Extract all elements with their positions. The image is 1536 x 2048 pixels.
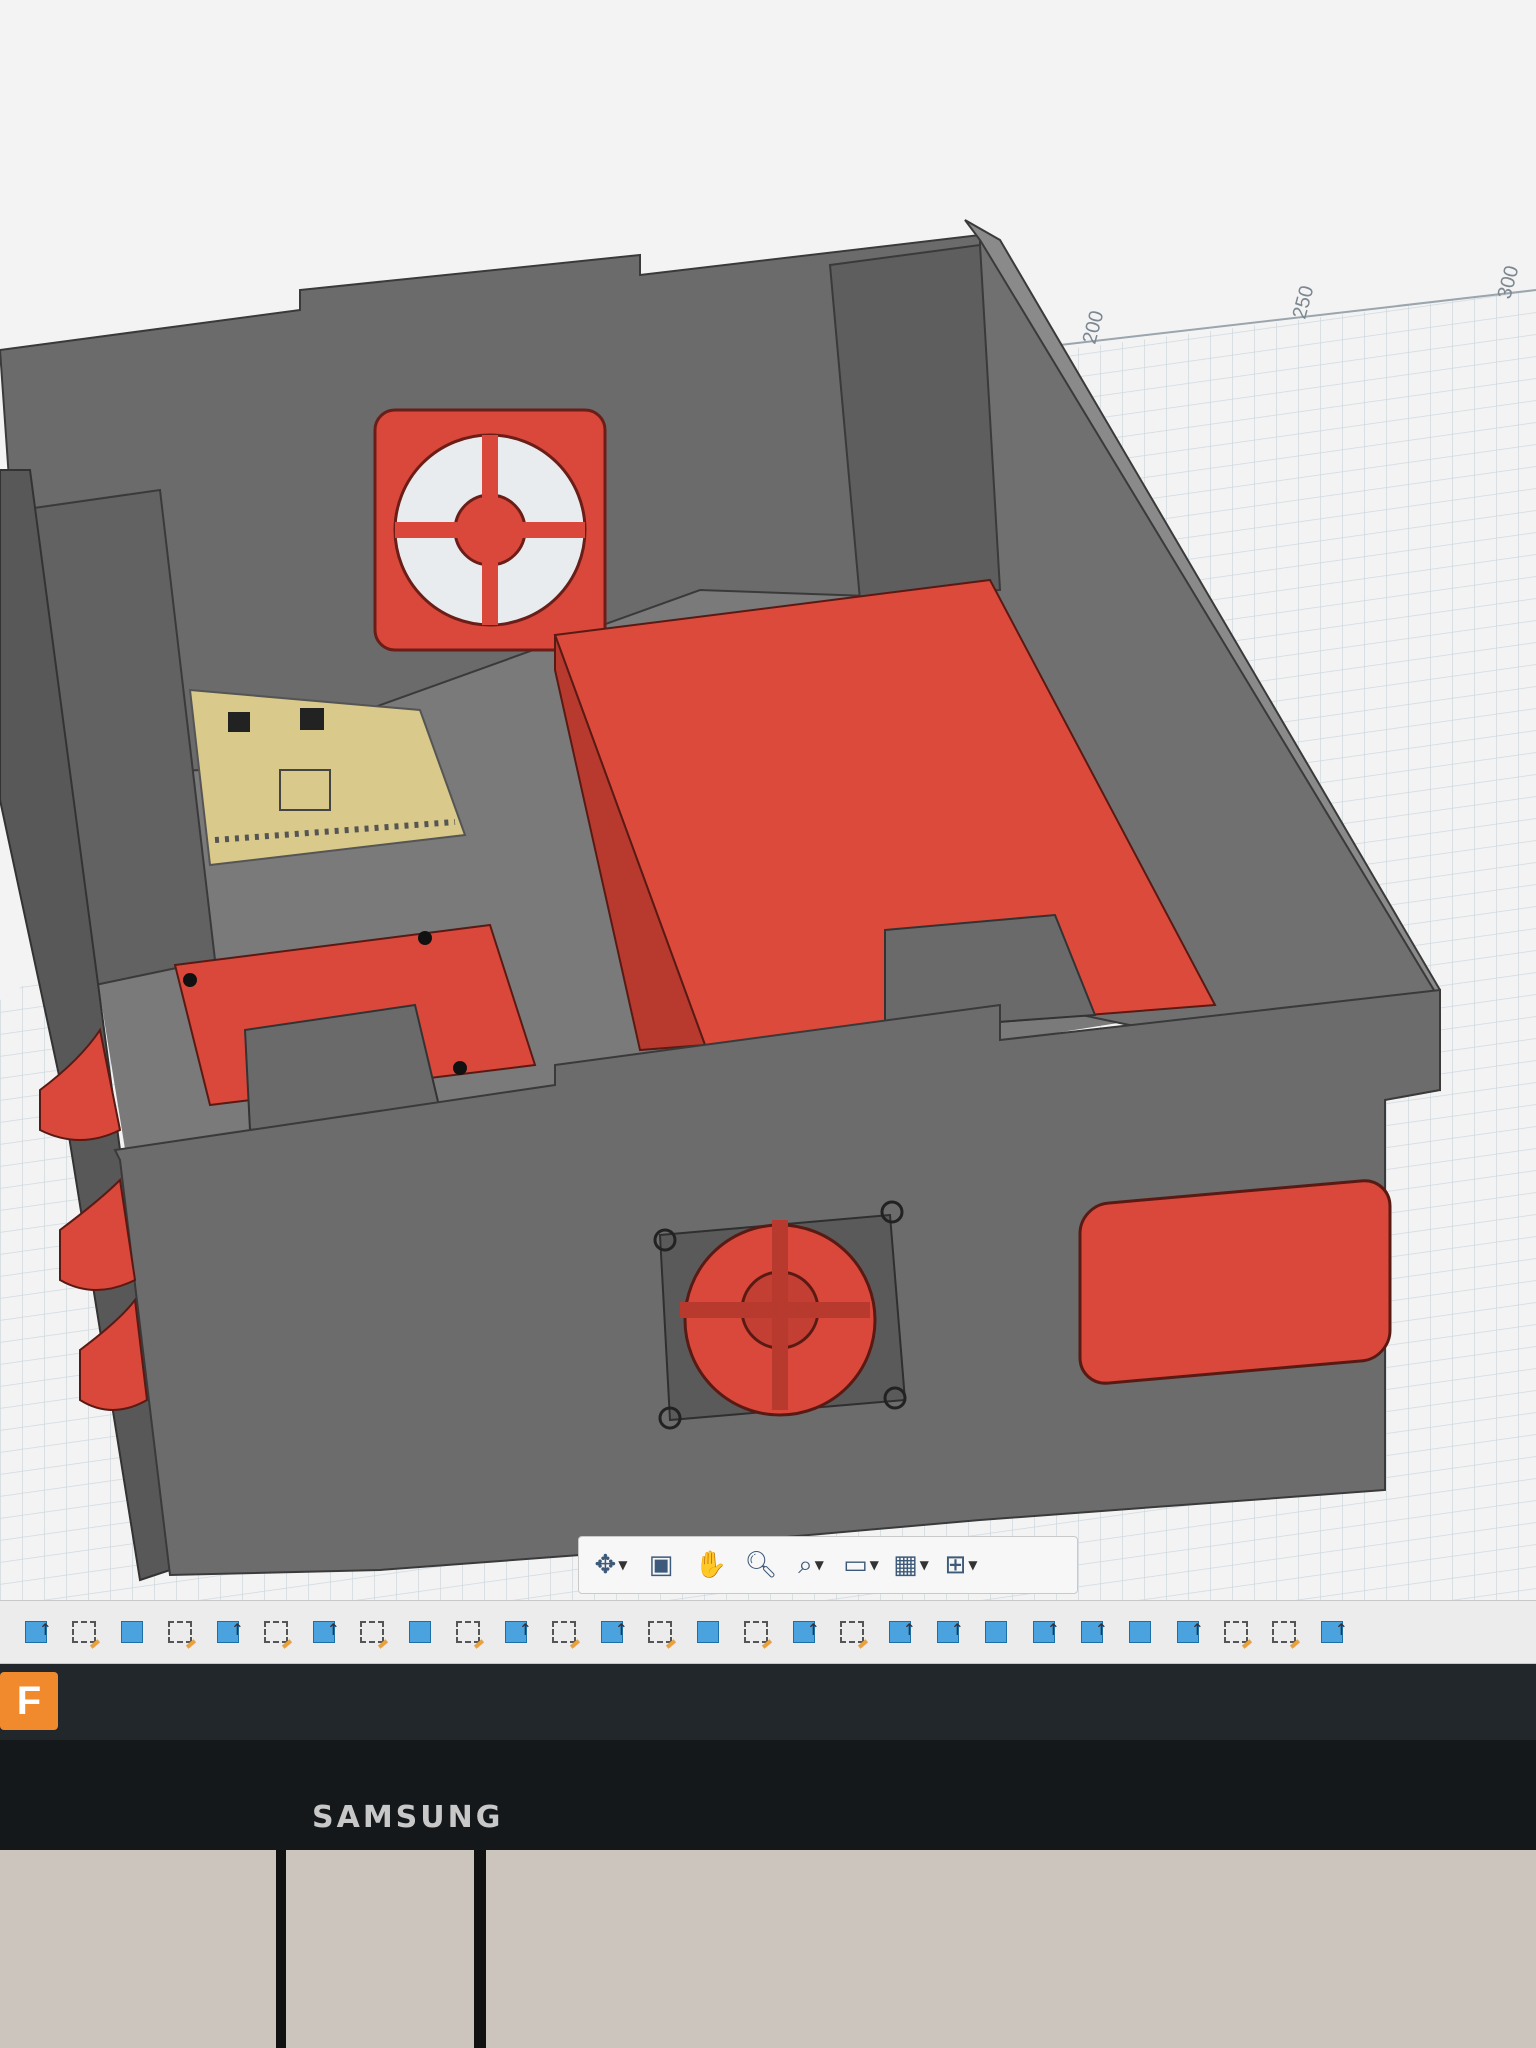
taskbar: F bbox=[0, 1664, 1536, 1740]
monitor-brand-label: SAMSUNG bbox=[312, 1800, 504, 1835]
timeline-item-sketch[interactable] bbox=[832, 1612, 872, 1652]
arrow-up-icon: ↑ bbox=[1094, 1620, 1108, 1639]
sketch-icon bbox=[456, 1621, 480, 1643]
timeline-item-body[interactable]: ↑ bbox=[1312, 1612, 1352, 1652]
timeline-item-body[interactable]: ↑ bbox=[592, 1612, 632, 1652]
navigation-bar: ✥ ▼ ▣ ✋ 🔍︎ ⌕ ▼ ▭ ▼ ▦ ▼ ⊞ ▼ bbox=[578, 1536, 1078, 1594]
look-at-button[interactable]: ▣ bbox=[639, 1543, 683, 1587]
timeline-item-body[interactable]: ↑ bbox=[304, 1612, 344, 1652]
arrow-up-icon: ↑ bbox=[38, 1620, 52, 1639]
background-room bbox=[0, 1850, 1536, 2048]
sketch-icon bbox=[744, 1621, 768, 1643]
timeline-item-sketch[interactable] bbox=[1264, 1612, 1304, 1652]
timeline-item-body[interactable]: ↑ bbox=[16, 1612, 56, 1652]
chevron-down-icon[interactable]: ▼ bbox=[618, 1558, 627, 1572]
3d-viewport[interactable]: 200 250 300 bbox=[0, 0, 1536, 1600]
chevron-down-icon[interactable]: ▼ bbox=[815, 1558, 824, 1572]
cad-screen: 200 250 300 ✥ ▼ ▣ ✋ 🔍︎ ⌕ ▼ ▭ ▼ ▦ ▼ ⊞ ▼ ↑… bbox=[0, 0, 1536, 1740]
timeline-item-sketch[interactable] bbox=[256, 1612, 296, 1652]
zoom-icon: 🔍︎ bbox=[744, 1550, 778, 1580]
timeline-item-body[interactable]: ↑ bbox=[928, 1612, 968, 1652]
chevron-down-icon[interactable]: ▼ bbox=[870, 1558, 879, 1572]
timeline-item-sketch[interactable] bbox=[160, 1612, 200, 1652]
timeline-item-body[interactable] bbox=[400, 1612, 440, 1652]
sketch-icon bbox=[552, 1621, 576, 1643]
timeline-item-body[interactable]: ↑ bbox=[1072, 1612, 1112, 1652]
orbit-button[interactable]: ✥ ▼ bbox=[589, 1543, 633, 1587]
timeline-item-sketch[interactable] bbox=[640, 1612, 680, 1652]
arrow-up-icon: ↑ bbox=[614, 1620, 628, 1639]
timeline-item-body[interactable]: ↑ bbox=[880, 1612, 920, 1652]
zoom-button[interactable]: 🔍︎ bbox=[739, 1543, 783, 1587]
extrude-icon bbox=[121, 1621, 143, 1643]
sketch-icon bbox=[648, 1621, 672, 1643]
sketch-icon bbox=[840, 1621, 864, 1643]
display-settings-button[interactable]: ▭ ▼ bbox=[839, 1543, 883, 1587]
timeline-item-sketch[interactable] bbox=[64, 1612, 104, 1652]
timeline-item-body[interactable]: ↑ bbox=[784, 1612, 824, 1652]
viewports-icon: ⊞ bbox=[944, 1550, 967, 1580]
arrow-up-icon: ↑ bbox=[806, 1620, 820, 1639]
zoom-window-icon: ⌕ bbox=[798, 1549, 813, 1580]
arrow-up-icon: ↑ bbox=[902, 1620, 916, 1639]
sketch-icon bbox=[264, 1621, 288, 1643]
arrow-up-icon: ↑ bbox=[950, 1620, 964, 1639]
port-cover bbox=[1078, 1179, 1392, 1385]
monitor: 200 250 300 ✥ ▼ ▣ ✋ 🔍︎ ⌕ ▼ ▭ ▼ ▦ ▼ ⊞ ▼ ↑… bbox=[0, 0, 1536, 2048]
timeline-item-body[interactable] bbox=[976, 1612, 1016, 1652]
timeline-item-body[interactable]: ↑ bbox=[496, 1612, 536, 1652]
arrow-up-icon: ↑ bbox=[518, 1620, 532, 1639]
back-pillar bbox=[828, 243, 1002, 602]
cable-right bbox=[474, 1850, 486, 2048]
grid-snaps-button[interactable]: ▦ ▼ bbox=[889, 1543, 933, 1587]
timeline-item-body[interactable]: ↑ bbox=[1168, 1612, 1208, 1652]
orbit-icon: ✥ bbox=[594, 1550, 617, 1580]
cable-left bbox=[276, 1850, 286, 2048]
arrow-up-icon: ↑ bbox=[1334, 1620, 1348, 1639]
app-badge[interactable]: F bbox=[0, 1672, 58, 1730]
timeline-item-sketch[interactable] bbox=[1216, 1612, 1256, 1652]
timeline-item-sketch[interactable] bbox=[352, 1612, 392, 1652]
timeline-item-sketch[interactable] bbox=[448, 1612, 488, 1652]
arrow-up-icon: ↑ bbox=[230, 1620, 244, 1639]
timeline-item-sketch[interactable] bbox=[736, 1612, 776, 1652]
look-at-icon: ▣ bbox=[648, 1550, 674, 1580]
timeline-item-body[interactable]: ↑ bbox=[208, 1612, 248, 1652]
design-timeline: ↑ ↑ ↑ ↑ ↑ ↑ ↑ ↑ ↑ ↑ ↑ ↑ bbox=[0, 1600, 1536, 1664]
sketch-icon bbox=[168, 1621, 192, 1643]
chevron-down-icon[interactable]: ▼ bbox=[968, 1558, 977, 1572]
extrude-icon bbox=[1129, 1621, 1151, 1643]
extrude-icon bbox=[985, 1621, 1007, 1643]
extrude-icon bbox=[409, 1621, 431, 1643]
timeline-item-sketch[interactable] bbox=[544, 1612, 584, 1652]
sketch-icon bbox=[1272, 1621, 1296, 1643]
sketch-icon bbox=[72, 1621, 96, 1643]
timeline-item-body[interactable] bbox=[688, 1612, 728, 1652]
timeline-item-body[interactable]: ↑ bbox=[1024, 1612, 1064, 1652]
arrow-up-icon: ↑ bbox=[1190, 1620, 1204, 1639]
timeline-item-body[interactable] bbox=[112, 1612, 152, 1652]
sketch-icon bbox=[360, 1621, 384, 1643]
chevron-down-icon[interactable]: ▼ bbox=[920, 1558, 929, 1572]
front-fan bbox=[653, 1200, 907, 1430]
back-fan bbox=[373, 408, 607, 652]
sketch-icon bbox=[1224, 1621, 1248, 1643]
timeline-item-body[interactable] bbox=[1120, 1612, 1160, 1652]
hand-pan-icon: ✋ bbox=[694, 1550, 728, 1580]
monitor-icon: ▭ bbox=[843, 1550, 868, 1580]
extrude-icon bbox=[697, 1621, 719, 1643]
arrow-up-icon: ↑ bbox=[326, 1620, 340, 1639]
pan-button[interactable]: ✋ bbox=[689, 1543, 733, 1587]
arrow-up-icon: ↑ bbox=[1046, 1620, 1060, 1639]
fit-button[interactable]: ⌕ ▼ bbox=[789, 1543, 833, 1587]
monitor-bezel bbox=[0, 1740, 1536, 1850]
viewports-button[interactable]: ⊞ ▼ bbox=[939, 1543, 983, 1587]
grid-icon: ▦ bbox=[893, 1550, 918, 1580]
